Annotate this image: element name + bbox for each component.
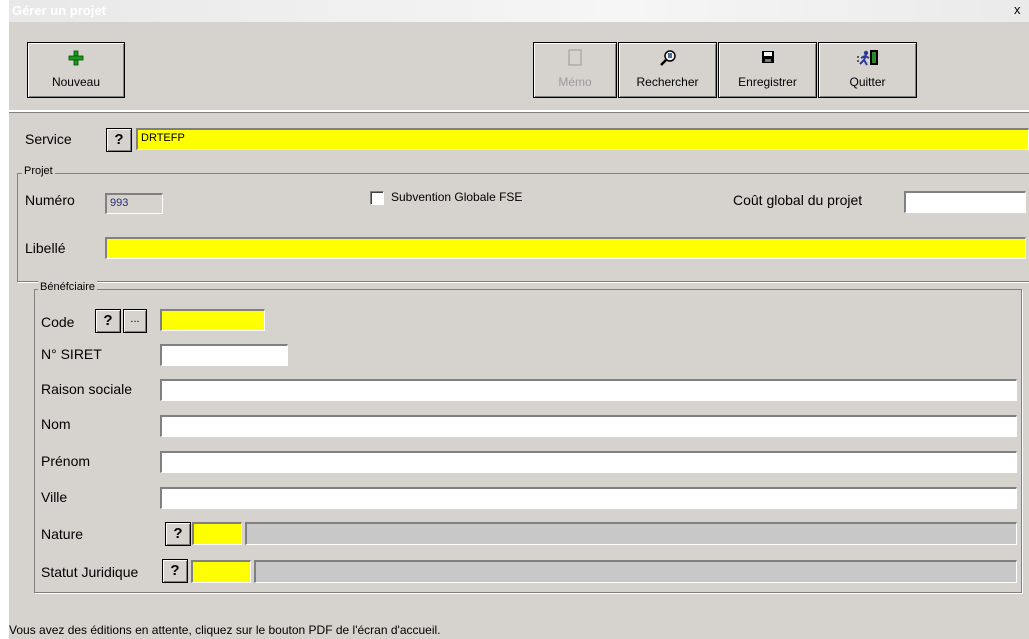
statut-code-input[interactable] <box>191 560 251 583</box>
quitter-button[interactable]: Quitter <box>818 42 917 98</box>
code-input[interactable] <box>160 309 265 331</box>
nouveau-button[interactable]: Nouveau <box>27 42 125 98</box>
quitter-label: Quitter <box>849 75 886 89</box>
service-input[interactable]: DRTEFP <box>136 128 1029 150</box>
siret-input[interactable] <box>160 344 288 366</box>
memo-button[interactable]: Mémo <box>533 42 617 98</box>
beneficiaire-group <box>34 289 1022 593</box>
enregistrer-label: Enregistrer <box>738 75 797 89</box>
close-button[interactable]: x <box>1014 2 1029 19</box>
projet-legend: Projet <box>22 165 55 177</box>
nouveau-label: Nouveau <box>51 75 101 89</box>
nature-label: Nature <box>41 526 84 542</box>
rechercher-label: Rechercher <box>636 75 699 89</box>
code-browse-button[interactable]: ... <box>123 309 147 333</box>
cout-label: Coût global du projet <box>733 192 863 208</box>
nom-input[interactable] <box>160 415 1017 437</box>
prenom-label: Prénom <box>41 453 91 469</box>
rechercher-button[interactable]: Rechercher <box>618 42 717 98</box>
libelle-input[interactable] <box>105 237 1026 259</box>
status-message: Vous avez des éditions en attente, cliqu… <box>9 623 441 637</box>
save-icon <box>719 49 816 70</box>
cout-input[interactable] <box>904 191 1026 213</box>
code-label: Code <box>41 314 75 330</box>
title-bar <box>9 0 1029 22</box>
subvention-checkbox[interactable] <box>370 191 384 205</box>
raison-sociale-label: Raison sociale <box>41 381 133 397</box>
nature-description-field <box>245 522 1017 545</box>
service-help-button[interactable]: ? <box>106 128 132 152</box>
prenom-input[interactable] <box>160 451 1017 473</box>
numero-field: 993 <box>105 193 163 214</box>
memo-icon <box>534 49 616 72</box>
plus-icon <box>28 49 124 72</box>
numero-label: Numéro <box>25 192 75 208</box>
nature-code-input[interactable] <box>192 522 242 545</box>
window-title: Gérer un projet <box>12 3 106 18</box>
nom-label: Nom <box>41 416 71 432</box>
subvention-label: Subvention Globale FSE <box>391 190 523 204</box>
ville-input[interactable] <box>160 487 1017 509</box>
libelle-label: Libellé <box>25 240 66 256</box>
code-help-button[interactable]: ? <box>95 309 121 333</box>
exit-icon <box>819 49 916 72</box>
service-label: Service <box>25 131 72 147</box>
raison-sociale-input[interactable] <box>160 379 1017 401</box>
search-icon <box>619 49 716 72</box>
statut-help-button[interactable]: ? <box>162 559 188 583</box>
memo-label: Mémo <box>558 75 592 89</box>
statut-description-field <box>254 560 1017 583</box>
nature-help-button[interactable]: ? <box>165 522 191 546</box>
projet-group <box>17 173 1029 282</box>
statut-juridique-label: Statut Juridique <box>41 564 139 580</box>
enregistrer-button[interactable]: Enregistrer <box>718 42 817 98</box>
siret-label: N° SIRET <box>41 346 102 362</box>
close-icon: x <box>1014 2 1021 17</box>
ville-label: Ville <box>41 489 68 505</box>
beneficiaire-legend: Bénéfciaire <box>38 281 98 293</box>
